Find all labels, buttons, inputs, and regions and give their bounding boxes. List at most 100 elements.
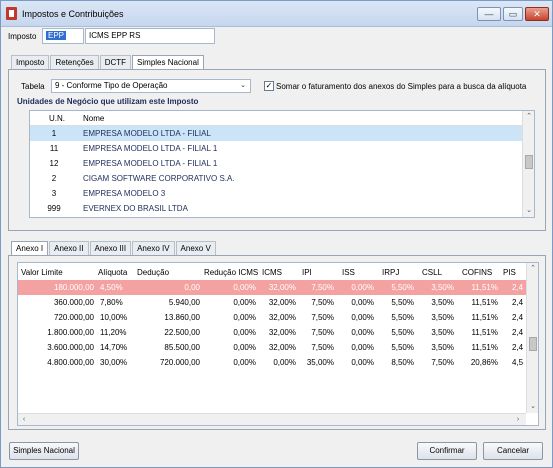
anexo-row[interactable]: 720.000,00 10,00% 13.860,00 0,00% 32,00%… [18,310,528,325]
main-tabs: Imposto Retenções DCTF Simples Nacional [11,55,205,70]
cell-aliquota: 10,00% [100,313,128,322]
cell-nome: EMPRESA MODELO LTDA - FILIAL 1 [83,159,218,168]
cell-csll: 3,50% [431,343,454,352]
unidades-row[interactable]: 12 EMPRESA MODELO LTDA - FILIAL 1 [30,156,524,171]
col-header-iss[interactable]: ISS [342,265,355,280]
anexo-row[interactable]: 360.000,00 7,80% 5.940,00 0,00% 32,00% 7… [18,295,528,310]
cell-pis: 4,5 [512,358,524,367]
simples-nacional-button[interactable]: Simples Nacional [9,442,79,460]
cell-csll: 7,50% [431,358,454,367]
unidades-row[interactable]: 999 EVERNEX DO BRASIL LTDA [30,201,524,216]
cell-cofins: 11,51% [471,313,498,322]
anexo-row[interactable]: 180.000,00 4,50% 0,00 0,00% 32,00% 7,50%… [18,280,528,295]
scroll-thumb[interactable] [529,337,537,351]
anexo-horizontal-scrollbar[interactable]: ‹ › [18,413,526,425]
unidades-vertical-scrollbar[interactable]: ⌃ ⌄ [522,111,534,217]
tab-anexo-iv[interactable]: Anexo IV [132,241,175,255]
cell-csll: 3,50% [431,313,454,322]
unidades-row[interactable]: 3 EMPRESA MODELO 3 [30,186,524,201]
cell-irpj: 5,50% [391,343,414,352]
tab-retencoes[interactable]: Retenções [50,55,99,69]
cell-iss: 0,00% [351,283,374,292]
col-header-aliquota[interactable]: Alíquota [98,265,127,280]
cell-aliquota: 11,20% [100,328,127,337]
cell-irpj: 8,50% [391,358,414,367]
cell-un: 999 [47,204,61,213]
impostos-window: Impostos e Contribuições — ▭ ✕ Imposto E… [0,0,553,468]
cell-deducao: 85.500,00 [164,343,200,352]
cell-valor-limite: 180.000,00 [53,283,94,292]
col-header-valor-limite[interactable]: Valor Limite [21,265,63,280]
anexo-row[interactable]: 4.800.000,00 30,00% 720.000,00 0,00% 0,0… [18,355,528,370]
chevron-down-icon: ⌄ [240,82,246,89]
app-logo-icon [6,7,17,20]
cell-cofins: 11,51% [471,328,498,337]
anexo-vertical-scrollbar[interactable]: ⌃ ⌄ [526,263,538,413]
cell-icms: 0,00% [273,358,296,367]
cell-reducao-icms: 0,00% [233,328,256,337]
unidades-header-row: U.N. Nome [30,111,524,126]
scroll-thumb[interactable] [525,155,533,169]
cell-iss: 0,00% [351,313,374,322]
col-header-cofins[interactable]: COFINS [462,265,492,280]
col-header-csll[interactable]: CSLL [422,265,442,280]
anexo-tabs: Anexo I Anexo II Anexo III Anexo IV Anex… [11,241,217,256]
tab-anexo-ii[interactable]: Anexo II [49,241,89,255]
cell-un: 1 [51,129,57,138]
scroll-up-icon[interactable]: ⌃ [527,263,538,275]
col-header-irpj[interactable]: IRPJ [382,265,399,280]
scroll-down-icon[interactable]: ⌄ [527,401,538,413]
imposto-code-input[interactable]: EPP [42,28,84,44]
close-button[interactable]: ✕ [525,7,549,21]
cell-csll: 3,50% [431,298,454,307]
cell-irpj: 5,50% [391,313,414,322]
cell-un: 3 [51,189,57,198]
col-header-ipi[interactable]: IPI [302,265,312,280]
cell-nome: CIGAM SOFTWARE CORPORATIVO S.A. [83,174,235,183]
tabela-value: 9 - Conforme Tipo de Operação [55,81,168,90]
col-header-nome[interactable]: Nome [83,111,104,126]
tab-anexo-i[interactable]: Anexo I [11,241,49,256]
unidades-row[interactable]: 1 EMPRESA MODELO LTDA - FILIAL [30,126,524,141]
tabela-select[interactable]: 9 - Conforme Tipo de Operação ⌄ [51,79,251,93]
col-header-pis[interactable]: PIS [503,265,516,280]
cell-cofins: 11,51% [471,283,498,292]
minimize-button[interactable]: — [477,7,501,21]
imposto-label: Imposto [8,32,37,41]
scroll-right-icon[interactable]: › [512,414,524,425]
col-header-deducao[interactable]: Dedução [137,265,169,280]
scroll-up-icon[interactable]: ⌃ [523,111,534,123]
cell-un: 11 [49,144,59,153]
imposto-description-input[interactable]: ICMS EPP RS [85,28,215,44]
cell-pis: 2,4 [512,328,524,337]
scroll-left-icon[interactable]: ‹ [18,414,30,425]
restore-button[interactable]: ▭ [503,7,523,21]
col-header-icms[interactable]: ICMS [262,265,282,280]
anexo-header-row: Valor Limite Alíquota Dedução Redução IC… [18,265,528,280]
anexo-row[interactable]: 1.800.000,00 11,20% 22.500,00 0,00% 32,0… [18,325,528,340]
col-header-un[interactable]: U.N. [49,111,65,126]
cell-aliquota: 7,80% [100,298,123,307]
cell-irpj: 5,50% [391,283,414,292]
somar-checkbox[interactable]: ✓ [264,81,274,91]
col-header-reducao-icms[interactable]: Redução ICMS [204,265,258,280]
cell-ipi: 35,00% [306,358,334,367]
cell-pis: 2,4 [512,283,524,292]
tab-anexo-iii[interactable]: Anexo III [89,241,132,255]
cell-cofins: 11,51% [471,298,498,307]
confirmar-button[interactable]: Confirmar [417,442,477,460]
unidades-row[interactable]: 2 CIGAM SOFTWARE CORPORATIVO S.A. [30,171,524,186]
scroll-down-icon[interactable]: ⌄ [523,205,534,217]
tab-simples-nacional[interactable]: Simples Nacional [132,55,204,70]
cell-aliquota: 14,70% [100,343,128,352]
tab-imposto[interactable]: Imposto [11,55,50,69]
cell-icms: 32,00% [268,283,296,292]
tab-anexo-v[interactable]: Anexo V [175,241,216,255]
cancelar-button[interactable]: Cancelar [483,442,543,460]
cell-ipi: 7,50% [311,298,334,307]
tab-dctf[interactable]: DCTF [99,55,132,69]
cell-deducao: 5.940,00 [168,298,200,307]
anexo-row[interactable]: 3.600.000,00 14,70% 85.500,00 0,00% 32,0… [18,340,528,355]
unidades-row[interactable]: 11 EMPRESA MODELO LTDA - FILIAL 1 [30,141,524,156]
cell-pis: 2,4 [512,298,524,307]
